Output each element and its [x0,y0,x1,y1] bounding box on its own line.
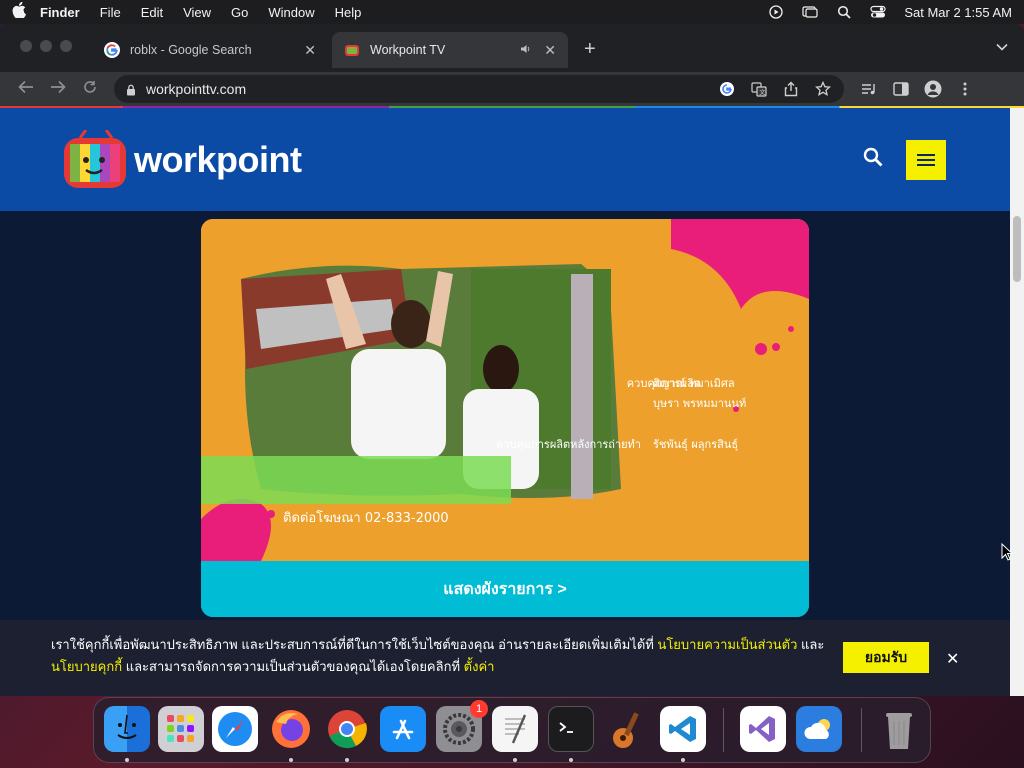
tab-search-chevron-icon[interactable] [996,40,1008,54]
site-logo-text[interactable]: workpoint [134,139,302,181]
credit-name-2: บุษรา พรหมมานนท์ [653,397,746,410]
close-icon[interactable]: ✕ [946,649,959,669]
svg-text:文: 文 [759,89,765,97]
chrome-icon[interactable] [324,706,370,752]
weather-icon[interactable] [796,706,842,752]
notification-badge: 1 [470,700,488,718]
ad-contact-text: ติดต่อโฆษณา 02-833-2000 [283,510,449,526]
hamburger-line [917,159,935,161]
page-scrollbar[interactable] [1010,108,1024,696]
menu-bar: Finder File Edit View Go Window Help Sat… [0,0,1024,24]
media-controls-icon[interactable] [860,80,878,98]
menubar-clock[interactable]: Sat Mar 2 1:55 AM [904,5,1012,20]
vscode-icon[interactable] [660,706,706,752]
terminal-icon[interactable] [548,706,594,752]
profile-avatar-icon[interactable] [924,80,942,98]
speaker-icon[interactable] [520,43,532,58]
tab-workpoint[interactable]: Workpoint TV ✕ [332,32,568,68]
kebab-menu-icon[interactable] [956,80,974,98]
show-schedule-button[interactable]: แสดงผังรายการ > [201,561,809,617]
dock-separator [723,708,724,752]
cookie-text: และสามารถจัดการความเป็นส่วนตัวของคุณได้เ… [122,659,464,674]
translate-icon[interactable]: 文 [750,80,768,98]
forward-arrow-icon[interactable] [42,80,74,99]
credit-role-2: ควบคุมการผลิตหลังการถ่ายทำ [496,438,641,451]
close-window-button[interactable] [20,40,32,52]
running-indicator [125,758,129,762]
web-page: workpoint ควบคุมการผลิต ศิญาณ์ ทมาเมิศล … [0,108,1010,696]
cookie-settings-link[interactable]: ตั้งค่า [464,659,495,674]
bookmark-star-icon[interactable] [814,80,832,98]
privacy-policy-link[interactable]: นโยบายความเป็นส่วนตัว [657,637,797,652]
minimize-window-button[interactable] [40,40,52,52]
visual-studio-icon[interactable] [740,706,786,752]
show-credits-image: ควบคุมการผลิต ศิญาณ์ ทมาเมิศล บุษรา พรหม… [201,219,809,561]
google-lens-icon[interactable] [718,80,736,98]
running-indicator [345,758,349,762]
window-controls [20,40,72,52]
tab-strip: roblx - Google Search ✕ Workpoint TV ✕ + [0,24,1024,72]
zoom-window-button[interactable] [60,40,72,52]
running-indicator [569,758,573,762]
side-panel-icon[interactable] [892,80,910,98]
running-indicator [681,758,685,762]
spotlight-search-icon[interactable] [836,5,852,19]
url-text[interactable]: workpointtv.com [146,81,246,97]
tab-title: roblx - Google Search [130,43,252,57]
menu-edit[interactable]: Edit [141,5,163,20]
launchpad-icon[interactable] [158,706,204,752]
trash-icon[interactable] [876,706,922,752]
running-indicator [513,758,517,762]
close-tab-icon[interactable]: ✕ [304,42,316,59]
workpoint-icon [344,42,360,58]
credit-name-1: ศิญาณ์ ทมาเมิศล [653,377,735,390]
reload-icon[interactable] [74,80,106,99]
play-circle-icon[interactable] [768,5,784,19]
cookie-policy-link[interactable]: นโยบายคุกกี้ [51,659,122,674]
back-arrow-icon[interactable] [10,80,42,99]
accept-cookies-button[interactable]: ยอมรับ [843,642,929,673]
control-center-icon[interactable] [870,5,886,19]
textedit-icon[interactable] [492,706,538,752]
finder-icon[interactable] [104,706,150,752]
new-tab-icon[interactable]: + [584,38,596,61]
search-icon[interactable] [862,146,886,170]
tab-title: Workpoint TV [370,43,446,57]
hamburger-menu-button[interactable] [906,140,946,180]
hamburger-line [917,164,935,166]
menu-finder[interactable]: Finder [40,5,80,20]
menu-help[interactable]: Help [335,5,362,20]
menu-go[interactable]: Go [231,5,248,20]
garageband-icon[interactable] [604,706,650,752]
apple-menu-icon[interactable] [12,1,40,22]
address-bar[interactable]: workpointtv.com 文 [114,75,844,103]
menu-view[interactable]: View [183,5,211,20]
share-icon[interactable] [782,80,800,98]
tab-google-search[interactable]: roblx - Google Search ✕ [92,32,328,68]
lock-icon[interactable] [126,83,136,96]
workpoint-logo-icon[interactable] [62,128,128,190]
hamburger-line [917,154,935,156]
firefox-icon[interactable] [268,706,314,752]
dock-separator [861,708,862,752]
running-indicator [289,758,293,762]
cookie-text: เราใช้คุกกี้เพื่อพัฒนาประสิทธิภาพ และประ… [51,637,658,652]
mouse-cursor-icon [1001,543,1013,561]
menu-window[interactable]: Window [268,5,314,20]
browser-toolbar: workpointtv.com 文 [0,72,1024,106]
credit-name-3: รัชพันธุ์ ผลุกรสินธุ์ [653,438,738,451]
dock: 1 [93,697,931,763]
google-icon [104,42,120,58]
safari-icon[interactable] [212,706,258,752]
screen-mirroring-icon[interactable] [802,5,818,19]
system-preferences-icon[interactable]: 1 [436,700,488,752]
cookie-text: และ [797,637,825,652]
program-schedule-card[interactable]: ควบคุมการผลิต ศิญาณ์ ทมาเมิศล บุษรา พรหม… [201,219,809,617]
close-tab-icon[interactable]: ✕ [544,42,556,59]
menu-file[interactable]: File [100,5,121,20]
app-store-icon[interactable] [380,706,426,752]
site-header: workpoint [0,108,1010,211]
scrollbar-thumb[interactable] [1013,216,1021,282]
